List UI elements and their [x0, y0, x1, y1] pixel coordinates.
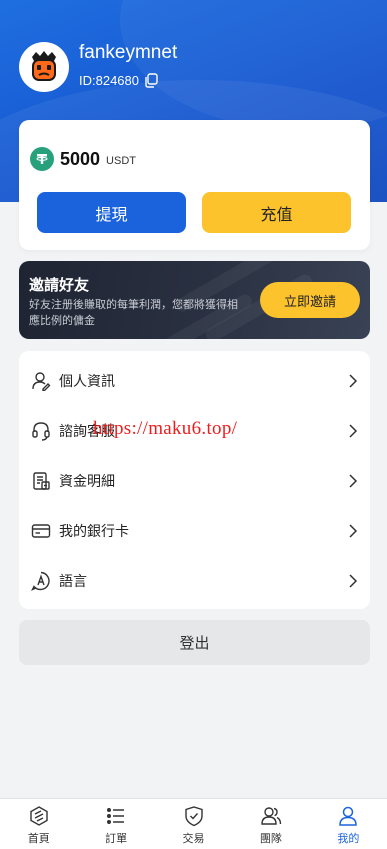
menu-item-language[interactable]: 語言 [19, 556, 370, 606]
robot-avatar-icon [32, 51, 56, 81]
ledger-icon [31, 471, 51, 491]
menu-item-personal-info[interactable]: 個人資訊 [19, 356, 370, 406]
chevron-right-icon [349, 424, 358, 438]
menu-item-label: 資金明細 [59, 474, 115, 490]
nav-label: 訂單 [105, 832, 128, 845]
menu-item-fund-details[interactable]: 資金明細 [19, 456, 370, 506]
nav-label: 交易 [182, 832, 205, 845]
nav-label: 首頁 [27, 832, 50, 845]
balance-unit: USDT [106, 154, 136, 167]
chevron-right-icon [349, 524, 358, 538]
avatar[interactable] [19, 42, 69, 92]
home-icon [30, 806, 48, 826]
balance-row: 5000 USDT [30, 147, 136, 171]
nav-item-profile[interactable]: 我的 [310, 799, 387, 849]
watermark-url: https://maku6.top/ [93, 418, 238, 439]
withdraw-button[interactable]: 提現 [37, 192, 186, 233]
invite-description: 好友注册後賺取的每筆利潤，您都將獲得相應比例的傭金 [29, 298, 238, 327]
menu-item-label: 個人資訊 [59, 374, 115, 390]
balance-amount: 5000 [60, 148, 101, 169]
team-icon [261, 807, 282, 825]
bottom-nav: 首頁 訂單 交易 團隊 我的 [0, 798, 387, 849]
invite-now-button[interactable]: 立即邀請 [260, 282, 360, 318]
nav-item-orders[interactable]: 訂單 [77, 799, 154, 849]
user-id: ID:824680 [79, 73, 139, 88]
user-icon [31, 371, 51, 391]
chevron-right-icon [349, 574, 358, 588]
invite-banner[interactable]: 邀請好友 好友注册後賺取的每筆利潤，您都將獲得相應比例的傭金 立即邀請 [19, 261, 370, 339]
invite-title: 邀請好友 [29, 276, 90, 294]
orders-icon [107, 808, 125, 824]
menu-item-bank-card[interactable]: 我的銀行卡 [19, 506, 370, 556]
bank-card-icon [31, 521, 51, 541]
menu-card: 個人資訊 諮詢客服 資金明細 我的銀行卡 語言 [19, 351, 370, 609]
chevron-right-icon [349, 474, 358, 488]
copy-icon[interactable] [144, 73, 158, 88]
balance-card: 5000 USDT 提現 充值 [19, 120, 370, 250]
recharge-button[interactable]: 充值 [202, 192, 351, 233]
nav-label: 團隊 [259, 832, 282, 845]
trade-icon [184, 806, 203, 827]
nav-item-trade[interactable]: 交易 [155, 799, 232, 849]
user-id-row: ID:824680 [79, 73, 158, 88]
headset-icon [31, 421, 51, 441]
menu-item-label: 我的銀行卡 [59, 524, 129, 540]
username: fankeymnet [79, 42, 178, 63]
language-icon [31, 571, 51, 591]
chevron-right-icon [349, 374, 358, 388]
nav-item-home[interactable]: 首頁 [0, 799, 77, 849]
usdt-icon [30, 147, 54, 171]
logout-button[interactable]: 登出 [19, 620, 370, 665]
menu-item-label: 語言 [59, 574, 87, 590]
nav-item-team[interactable]: 團隊 [232, 799, 309, 849]
profile-icon [339, 806, 358, 826]
nav-label: 我的 [337, 832, 360, 845]
